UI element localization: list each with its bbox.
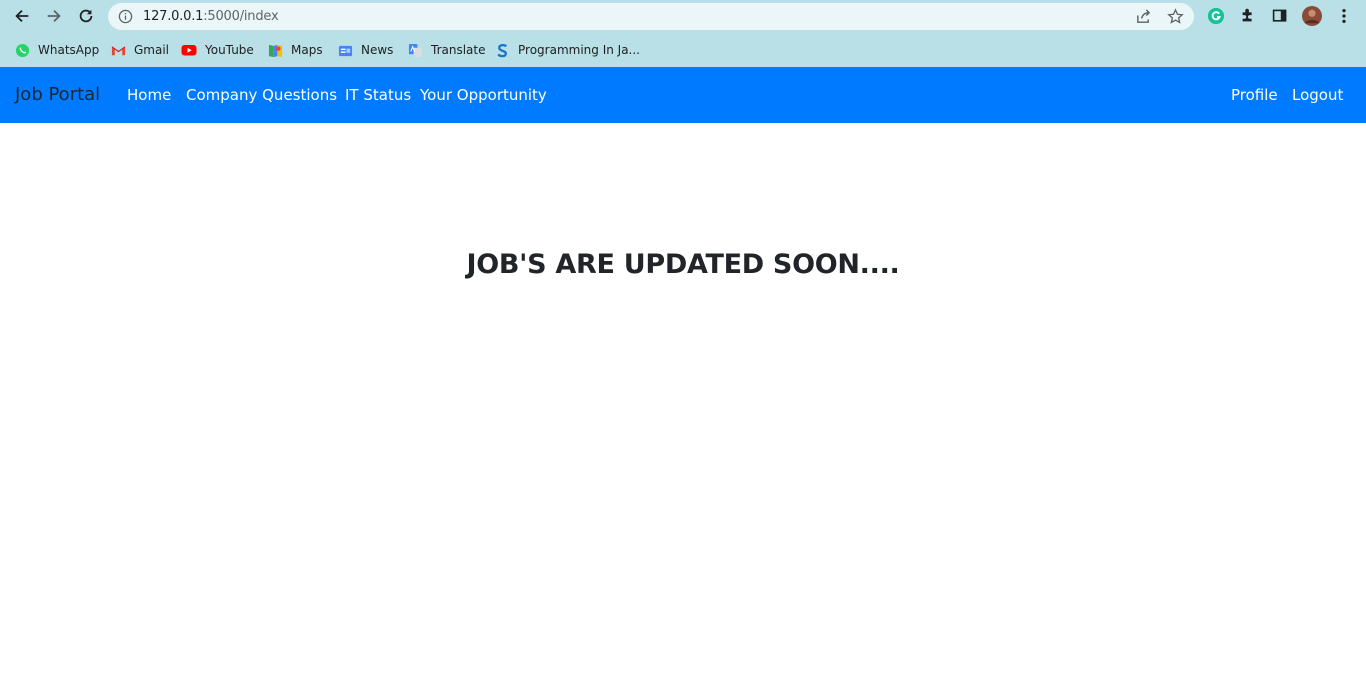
nav-link-home[interactable]: Home (127, 86, 171, 104)
bookmark-translate[interactable]: Translate (407, 41, 486, 59)
grammarly-extension-icon[interactable] (1206, 6, 1226, 26)
side-panel-icon[interactable] (1270, 6, 1290, 26)
gmail-icon (110, 42, 126, 58)
extensions-puzzle-icon[interactable] (1238, 6, 1258, 26)
nav-link-profile[interactable]: Profile (1231, 86, 1278, 104)
forward-button[interactable] (41, 4, 67, 28)
nav-link-company-questions[interactable]: Company Questions (186, 86, 337, 104)
back-button[interactable] (9, 4, 35, 28)
share-icon[interactable] (1135, 8, 1152, 25)
bookmark-label: WhatsApp (38, 43, 100, 57)
page-heading: JOB'S ARE UPDATED SOON.... (466, 249, 900, 280)
nav-link-it-status[interactable]: IT Status (345, 86, 411, 104)
bookmark-news[interactable]: News (337, 41, 393, 59)
back-arrow-icon (15, 9, 29, 23)
site-info-icon[interactable] (118, 9, 133, 24)
reload-icon (79, 9, 93, 23)
bookmark-gmail[interactable]: Gmail (110, 41, 169, 59)
maps-icon (267, 42, 283, 58)
url-text: 127.0.0.1:5000/index (143, 9, 279, 24)
profile-avatar[interactable] (1302, 6, 1322, 26)
bookmark-label: Programming In Ja... (518, 43, 640, 57)
bookmarks-bar: WhatsApp Gmail YouTube Maps News Transla… (0, 33, 1366, 67)
bookmark-label: Gmail (134, 43, 170, 57)
url-path: :5000/index (203, 9, 279, 24)
url-host: 127.0.0.1 (143, 9, 204, 24)
nav-link-logout[interactable]: Logout (1292, 86, 1343, 104)
browser-menu-icon[interactable] (1334, 6, 1354, 26)
browser-toolbar: 127.0.0.1:5000/index (0, 0, 1366, 33)
bookmark-youtube[interactable]: YouTube (181, 41, 254, 59)
bookmark-star-icon[interactable] (1167, 8, 1184, 25)
translate-icon (407, 42, 423, 58)
bookmark-label: YouTube (205, 43, 254, 57)
bookmark-programming[interactable]: Programming In Ja... (494, 41, 640, 59)
address-bar[interactable]: 127.0.0.1:5000/index (108, 3, 1194, 30)
reload-button[interactable] (73, 4, 99, 28)
bookmark-label: Translate (431, 43, 486, 57)
bookmark-whatsapp[interactable]: WhatsApp (14, 41, 99, 59)
forward-arrow-icon (47, 9, 61, 23)
site-navbar: Job Portal Home Company Questions IT Sta… (0, 67, 1366, 123)
bookmark-maps[interactable]: Maps (267, 41, 323, 59)
bookmark-label: News (361, 43, 394, 57)
nav-link-your-opportunity[interactable]: Your Opportunity (420, 86, 547, 104)
news-icon (337, 42, 353, 58)
whatsapp-icon (14, 42, 30, 58)
bookmark-label: Maps (291, 43, 323, 57)
youtube-icon (181, 42, 197, 58)
s-logo-icon (494, 42, 510, 58)
navbar-brand[interactable]: Job Portal (15, 84, 100, 105)
